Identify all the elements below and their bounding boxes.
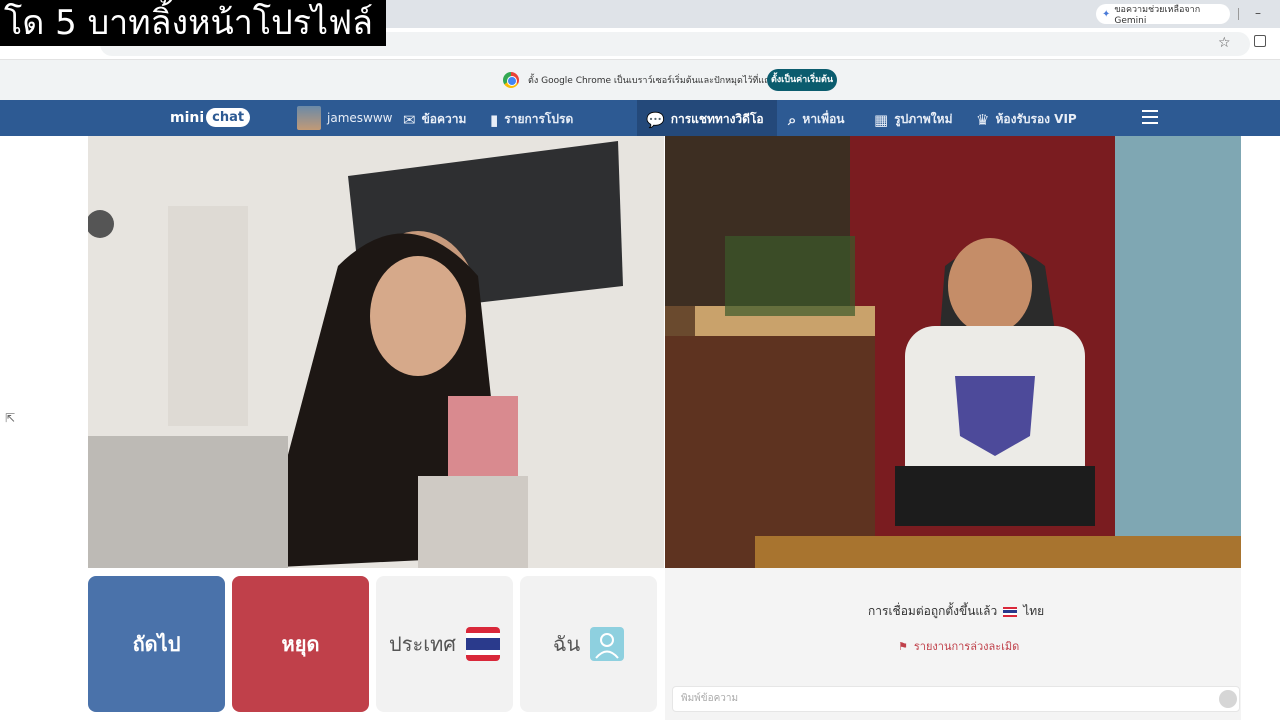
nav-favorites-label: รายการโปรด bbox=[504, 112, 574, 126]
nav-find-friends[interactable]: ⌕ หาเพื่อน bbox=[788, 110, 844, 129]
sparkle-icon: ✦ bbox=[1102, 8, 1111, 20]
self-video bbox=[665, 136, 1241, 568]
connection-text: การเชื่อมต่อถูกตั้งขึ้นแล้ว bbox=[868, 604, 998, 618]
country-label: ประเทศ bbox=[389, 632, 456, 656]
nav-video-chat-label: การแชททางวิดีโอ bbox=[670, 112, 764, 126]
country-filter-button[interactable]: ประเทศ bbox=[376, 576, 513, 712]
nav-profile[interactable]: jameswww bbox=[297, 106, 392, 130]
connection-status: การเชื่อมต่อถูกตั้งขึ้นแล้ว ไทย bbox=[868, 602, 1044, 621]
set-default-button[interactable]: ตั้งเป็นค่าเริ่มต้น bbox=[767, 69, 837, 91]
minichat-logo[interactable]: mini chat bbox=[170, 108, 251, 127]
chat-message-input[interactable]: พิมพ์ข้อความ bbox=[672, 686, 1240, 712]
avatar bbox=[297, 106, 321, 130]
partner-video-scene bbox=[88, 136, 664, 568]
extensions-icon[interactable] bbox=[1254, 35, 1266, 47]
nav-messages[interactable]: ✉ ข้อความ bbox=[403, 110, 466, 129]
nav-video-chat[interactable]: 💬 การแชททางวิดีโอ bbox=[646, 110, 764, 129]
nav-find-friends-label: หาเพื่อน bbox=[802, 112, 845, 126]
logo-text-chat: chat bbox=[206, 108, 251, 127]
me-label: ฉัน bbox=[552, 632, 581, 656]
thai-flag-icon bbox=[1003, 606, 1018, 617]
hamburger-menu-icon[interactable] bbox=[1142, 110, 1158, 124]
report-label: รายงานการล่วงละเมิด bbox=[913, 640, 1020, 653]
next-label: ถัดไป bbox=[132, 632, 181, 656]
grid-icon: ▦ bbox=[874, 110, 889, 129]
nav-new-photos[interactable]: ▦ รูปภาพใหม่ bbox=[874, 110, 953, 129]
nav-messages-label: ข้อความ bbox=[421, 112, 467, 126]
crown-icon: ♛ bbox=[976, 110, 990, 129]
infobar-text: ตั้ง Google Chrome เป็นเบราว์เซอร์เริ่มต… bbox=[528, 76, 791, 86]
partner-video bbox=[88, 136, 664, 568]
search-icon: ⌕ bbox=[788, 110, 797, 129]
thai-flag-icon bbox=[465, 627, 500, 661]
minimize-button[interactable]: – bbox=[1250, 4, 1266, 22]
chrome-logo-icon bbox=[503, 72, 519, 88]
stop-label: หยุด bbox=[281, 632, 320, 656]
connection-country: ไทย bbox=[1023, 604, 1045, 618]
nav-vip-label: ห้องรับรอง VIP bbox=[995, 112, 1077, 126]
flag-icon: ⚑ bbox=[898, 639, 908, 653]
nav-new-photos-label: รูปภาพใหม่ bbox=[894, 112, 953, 126]
nav-username: jameswww bbox=[327, 111, 393, 125]
bookmark-star-icon[interactable]: ☆ bbox=[1218, 35, 1231, 51]
user-icon bbox=[590, 627, 625, 661]
envelope-icon: ✉ bbox=[403, 110, 416, 129]
chat-bubble-icon: 💬 bbox=[646, 110, 665, 129]
nav-favorites[interactable]: ▮ รายการโปรด bbox=[490, 110, 573, 129]
gemini-label: ขอความช่วยเหลือจาก Gemini bbox=[1114, 5, 1201, 26]
mouse-cursor-icon: ⇱ bbox=[5, 411, 16, 425]
logo-text-mini: mini bbox=[170, 109, 205, 126]
self-video-scene bbox=[665, 136, 1241, 568]
bookmark-icon: ▮ bbox=[490, 110, 499, 129]
divider bbox=[1238, 8, 1239, 20]
report-abuse-link[interactable]: ⚑ รายงานการล่วงละเมิด bbox=[898, 637, 1019, 655]
nav-vip[interactable]: ♛ ห้องรับรอง VIP bbox=[976, 110, 1077, 129]
gemini-button[interactable]: ✦ ขอความช่วยเหลือจาก Gemini bbox=[1096, 4, 1230, 26]
stop-button[interactable]: หยุด bbox=[232, 576, 369, 712]
video-caption-overlay: โด 5 บาทลิ้งหน้าโปรไฟล์ bbox=[0, 0, 386, 46]
emoji-icon[interactable] bbox=[1219, 690, 1237, 708]
gender-filter-button[interactable]: ฉัน bbox=[520, 576, 657, 712]
next-button[interactable]: ถัดไป bbox=[88, 576, 225, 712]
